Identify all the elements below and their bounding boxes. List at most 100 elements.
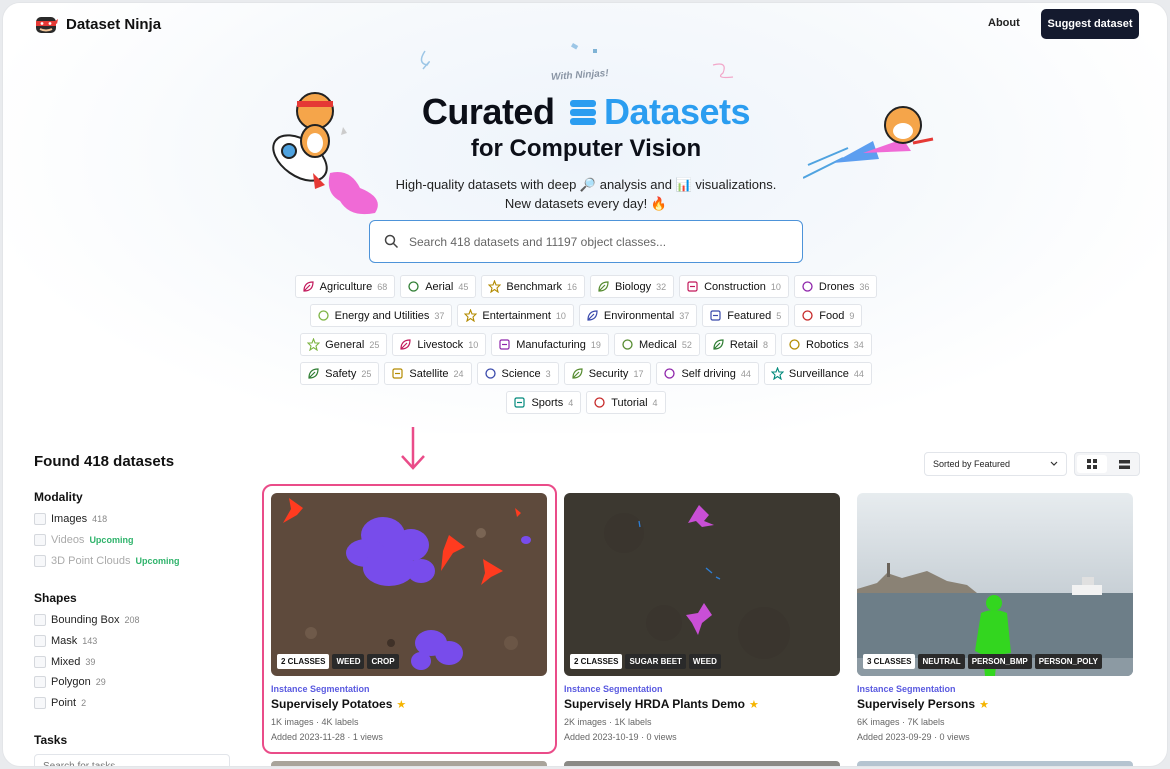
shape-point[interactable]: Point 2 <box>34 697 86 709</box>
chip-label: Construction <box>704 280 766 293</box>
tasks-search-input[interactable]: Search for tasks... <box>34 754 230 766</box>
chip-label: Safety <box>325 367 357 380</box>
checkbox[interactable] <box>34 614 46 626</box>
construction-icon <box>687 281 698 292</box>
database-icon <box>569 100 596 125</box>
category-chip-robotics[interactable]: Robotics 34 <box>781 333 872 356</box>
dataset-name[interactable]: Supervisely HRDA Plants Demo ★ <box>564 697 840 711</box>
grid-icon <box>1087 459 1097 469</box>
entertainment-icon <box>464 309 478 322</box>
suggest-dataset-button[interactable]: Suggest dataset <box>1041 9 1139 39</box>
filter-label: Mask <box>51 635 78 647</box>
category-chip-medical[interactable]: Medical 52 <box>613 333 700 356</box>
dataset-card[interactable]: 2 CLASSES SUGAR BEET WEED Instance Segme… <box>564 493 840 745</box>
chip-count: 4 <box>568 397 574 408</box>
category-chip-agriculture[interactable]: Agriculture 68 <box>294 275 396 298</box>
category-chip-security[interactable]: Security 17 <box>563 362 652 385</box>
dataset-thumbnail[interactable]: 2 CLASSES SUGAR BEET WEED <box>564 493 840 676</box>
grid-view-button[interactable] <box>1077 455 1107 473</box>
sort-select[interactable]: Sorted by Featured <box>924 452 1067 476</box>
robotics-icon <box>789 339 800 350</box>
filter-count: 2 <box>81 698 87 708</box>
chip-count: 52 <box>681 339 692 350</box>
chip-label: Manufacturing <box>516 338 586 351</box>
category-chip-environmental[interactable]: Environmental 37 <box>578 304 698 327</box>
shape-polygon[interactable]: Polygon 29 <box>34 676 106 688</box>
shapes-heading: Shapes <box>34 591 77 605</box>
category-chip-science[interactable]: Science 3 <box>476 362 559 385</box>
next-card-thumbnail[interactable] <box>564 761 840 766</box>
checkbox[interactable] <box>34 676 46 688</box>
category-chip-sports[interactable]: Sports 4 <box>506 391 582 414</box>
shape-mixed[interactable]: Mixed 39 <box>34 656 95 668</box>
self-driving-icon <box>664 368 676 379</box>
category-chip-construction[interactable]: Construction 10 <box>679 275 789 298</box>
category-chip-retail[interactable]: Retail 8 <box>704 333 776 356</box>
dataset-stats: 2K images · 1K labels <box>564 717 652 727</box>
shape-mask[interactable]: Mask 143 <box>34 635 97 647</box>
soil-aerial-image <box>564 493 840 676</box>
shape-bounding-box[interactable]: Bounding Box 208 <box>34 614 140 626</box>
category-chip-featured[interactable]: Featured 5 <box>702 304 790 327</box>
dataset-search-input[interactable] <box>409 234 789 249</box>
category-chip-livestock[interactable]: Livestock 10 <box>392 333 487 356</box>
list-view-button[interactable] <box>1109 453 1139 475</box>
category-chip-entertainment[interactable]: Entertainment 10 <box>457 304 574 327</box>
chip-label: Livestock <box>417 338 464 351</box>
surveillance-icon <box>770 367 784 380</box>
checkbox[interactable] <box>34 697 46 709</box>
logo-text: Dataset Ninja <box>66 15 162 33</box>
chip-label: Benchmark <box>506 280 562 293</box>
chip-row: Agriculture 68 Aerial 45 Benchmark 16 Biology 3… <box>3 275 1167 298</box>
chip-label: Sports <box>531 396 564 409</box>
task-type: Instance Segmentation <box>857 684 956 694</box>
filter-label: Point <box>51 697 77 709</box>
logo[interactable]: Dataset Ninja <box>34 13 161 35</box>
dataset-title[interactable]: Supervisely Persons <box>857 697 975 711</box>
chip-label: Self driving <box>681 367 736 380</box>
sort-label: Sorted by Featured <box>933 459 1011 469</box>
chip-label: Retail <box>729 338 758 351</box>
category-chip-benchmark[interactable]: Benchmark 16 <box>481 275 586 298</box>
category-chip-energy-and-utilities[interactable]: Energy and Utilities 37 <box>309 304 453 327</box>
filter-count: 143 <box>82 636 98 646</box>
ninja-logo-icon <box>36 17 58 33</box>
category-chip-general[interactable]: General 25 <box>300 333 388 356</box>
dataset-card[interactable]: 3 CLASSES NEUTRAL PERSON_BMP PERSON_POLY… <box>857 493 1133 745</box>
checkbox[interactable] <box>34 513 46 525</box>
checkbox[interactable] <box>34 656 46 668</box>
medical-icon <box>622 339 633 350</box>
about-link[interactable]: About <box>988 17 1020 29</box>
dataset-thumbnail[interactable]: 3 CLASSES NEUTRAL PERSON_BMP PERSON_POLY <box>857 493 1133 676</box>
chip-label: Entertainment <box>482 309 551 322</box>
category-chip-safety[interactable]: Safety 25 <box>300 362 380 385</box>
page: Dataset Ninja About Suggest dataset With… <box>2 2 1168 767</box>
category-chip-food[interactable]: Food 9 <box>794 304 863 327</box>
class-tag: PERSON_POLY <box>1034 654 1102 669</box>
dataset-search-box[interactable] <box>369 220 803 263</box>
category-chip-biology[interactable]: Biology 32 <box>590 275 675 298</box>
chip-count: 37 <box>679 310 690 321</box>
category-chip-self-driving[interactable]: Self driving 44 <box>656 362 759 385</box>
category-chip-tutorial[interactable]: Tutorial 4 <box>586 391 666 414</box>
category-chip-aerial[interactable]: Aerial 45 <box>400 275 477 298</box>
chip-count: 5 <box>776 310 782 321</box>
category-chip-manufacturing[interactable]: Manufacturing 19 <box>491 333 609 356</box>
category-chip-surveillance[interactable]: Surveillance 44 <box>763 362 872 385</box>
category-chip-satellite[interactable]: Satellite 24 <box>384 362 472 385</box>
chip-label: Satellite <box>409 367 449 380</box>
chip-count: 24 <box>453 368 464 379</box>
chip-row: Sports 4 Tutorial 4 <box>3 391 1167 414</box>
upcoming-badge: Upcoming <box>135 556 180 566</box>
checkbox[interactable] <box>34 635 46 647</box>
category-chip-drones[interactable]: Drones 36 <box>793 275 878 298</box>
next-card-thumbnail[interactable] <box>857 761 1133 766</box>
next-card-thumbnail[interactable] <box>271 761 547 766</box>
chip-count: 10 <box>770 281 781 292</box>
modality-images[interactable]: Images 418 <box>34 513 107 525</box>
dataset-title[interactable]: Supervisely HRDA Plants Demo <box>564 697 745 711</box>
chip-label: Robotics <box>806 338 849 351</box>
retail-icon <box>713 339 724 350</box>
safety-icon <box>308 368 319 379</box>
dataset-name[interactable]: Supervisely Persons ★ <box>857 697 1133 711</box>
